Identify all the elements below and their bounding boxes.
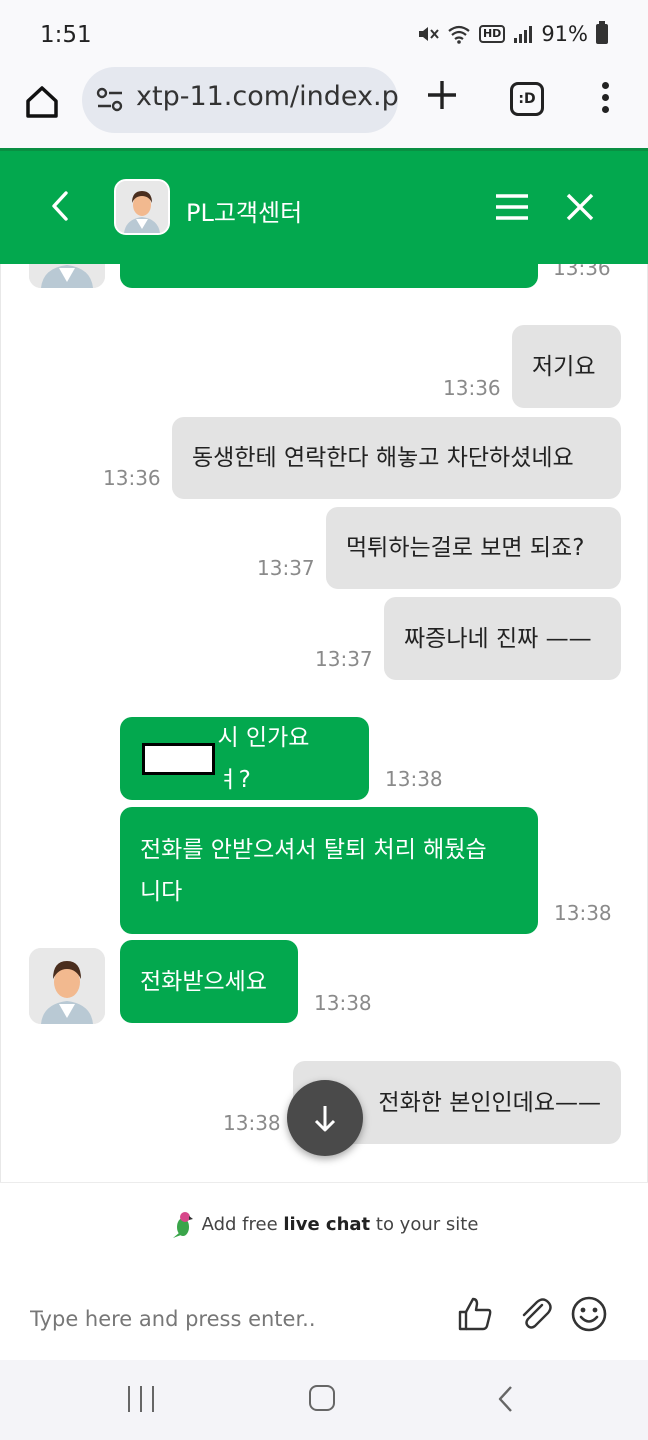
site-settings-icon[interactable] — [96, 85, 124, 115]
signal-icon — [514, 26, 533, 43]
close-icon[interactable] — [564, 191, 596, 223]
message-text: 먹튀하는걸로 보면 되죠? — [346, 535, 585, 561]
promo-bold: live chat — [283, 1214, 371, 1235]
menu-icon[interactable] — [494, 193, 530, 221]
battery-icon — [596, 21, 608, 44]
arrow-down-icon — [314, 1106, 336, 1132]
message-time: 13:38 — [554, 901, 612, 925]
message-text: 전화받으세요 — [140, 968, 267, 995]
message-bubble-agent: 시 인가요 ㅕ? — [120, 717, 369, 800]
person-icon — [29, 264, 105, 288]
message-time: 13:38 — [314, 991, 372, 1015]
address-bar[interactable]: xtp-11.com/index.p — [82, 67, 398, 133]
message-text-line: 전화를 안받으셔서 탈퇴 처리 해뒀습 — [140, 837, 487, 863]
message-time: 13:36 — [443, 376, 501, 400]
message-bubble-user: 먹튀하는걸로 보면 되죠? — [326, 507, 621, 589]
hd-icon: HD — [478, 25, 506, 43]
status-icons: HD 91% — [417, 21, 608, 46]
message-text: 시 인가요 ㅕ? — [217, 724, 310, 793]
message-text: 저기요 — [532, 353, 596, 380]
status-time: 1:51 — [40, 22, 92, 48]
message-input[interactable] — [30, 1301, 430, 1337]
message-bubble-agent — [120, 264, 538, 288]
parrot-logo-icon — [172, 1212, 193, 1238]
recents-icon[interactable] — [128, 1386, 154, 1412]
tabs-button[interactable]: :D — [510, 82, 544, 116]
message-time: 13:36 — [553, 264, 611, 280]
message-bubble-agent: 전화를 안받으셔서 탈퇴 처리 해뒀습 니다 — [120, 807, 538, 934]
redacted-block — [142, 742, 216, 775]
back-nav-icon[interactable] — [496, 1384, 516, 1414]
message-text: 동생한테 연락한다 해놓고 차단하셨네요 — [192, 445, 574, 471]
chat-header: PL고객센터 — [0, 148, 648, 264]
message-time: 13:38 — [385, 767, 443, 791]
status-bar: 1:51 HD 91% — [0, 0, 648, 72]
browser-toolbar: xtp-11.com/index.p :D — [0, 67, 648, 148]
agent-avatar-partial — [29, 264, 105, 288]
message-bubble-user: 짜증나네 진짜 —— — [384, 597, 621, 680]
home-nav-icon[interactable] — [309, 1385, 335, 1411]
more-options-icon[interactable] — [602, 82, 610, 118]
message-time: 13:37 — [257, 556, 315, 580]
message-time: 13:37 — [315, 647, 373, 671]
mute-icon — [418, 27, 439, 41]
plus-icon — [428, 81, 456, 109]
new-tab-button[interactable] — [424, 78, 460, 119]
promo-prefix: Add free — [201, 1214, 284, 1235]
promo-suffix: to your site — [370, 1214, 479, 1235]
promo-link[interactable]: Add free live chat to your site — [0, 1211, 648, 1239]
message-text: 짜증나네 진짜 —— — [404, 625, 592, 652]
back-arrow-icon[interactable] — [46, 189, 76, 223]
thumbs-up-icon[interactable] — [456, 1295, 494, 1333]
person-icon — [29, 948, 105, 1024]
message-bubble-agent: 전화받으세요 — [120, 940, 298, 1023]
chat-messages[interactable]: 13:36 13:36 저기요 13:36 동생한테 연락한다 해놓고 차단하셨… — [0, 264, 648, 1182]
wifi-icon — [448, 25, 470, 44]
message-bubble-user: 동생한테 연락한다 해놓고 차단하셨네요 — [172, 417, 621, 499]
agent-avatar — [29, 948, 105, 1024]
agent-avatar — [114, 179, 170, 235]
home-icon[interactable] — [22, 82, 62, 122]
system-navigation-bar — [0, 1360, 648, 1440]
scroll-to-bottom-button[interactable] — [287, 1080, 363, 1156]
person-icon — [116, 181, 168, 233]
message-text: 전화한 본인인데요—— — [378, 1089, 601, 1116]
message-text-line: 니다 — [140, 879, 183, 905]
attachment-icon[interactable] — [516, 1295, 554, 1333]
message-time: 13:38 — [223, 1111, 281, 1135]
battery-percent: 91% — [541, 22, 588, 46]
emoji-icon[interactable] — [570, 1295, 608, 1333]
message-time: 13:36 — [103, 466, 161, 490]
url-text: xtp-11.com/index.p — [136, 81, 398, 112]
chat-title: PL고객센터 — [186, 199, 303, 227]
page: 1:51 HD 91% xtp-11.com/index.p:D PL고객센터… — [0, 0, 648, 1440]
message-bubble-user: 저기요 — [512, 325, 621, 408]
message-composer: Add free live chat to your site — [0, 1182, 648, 1360]
